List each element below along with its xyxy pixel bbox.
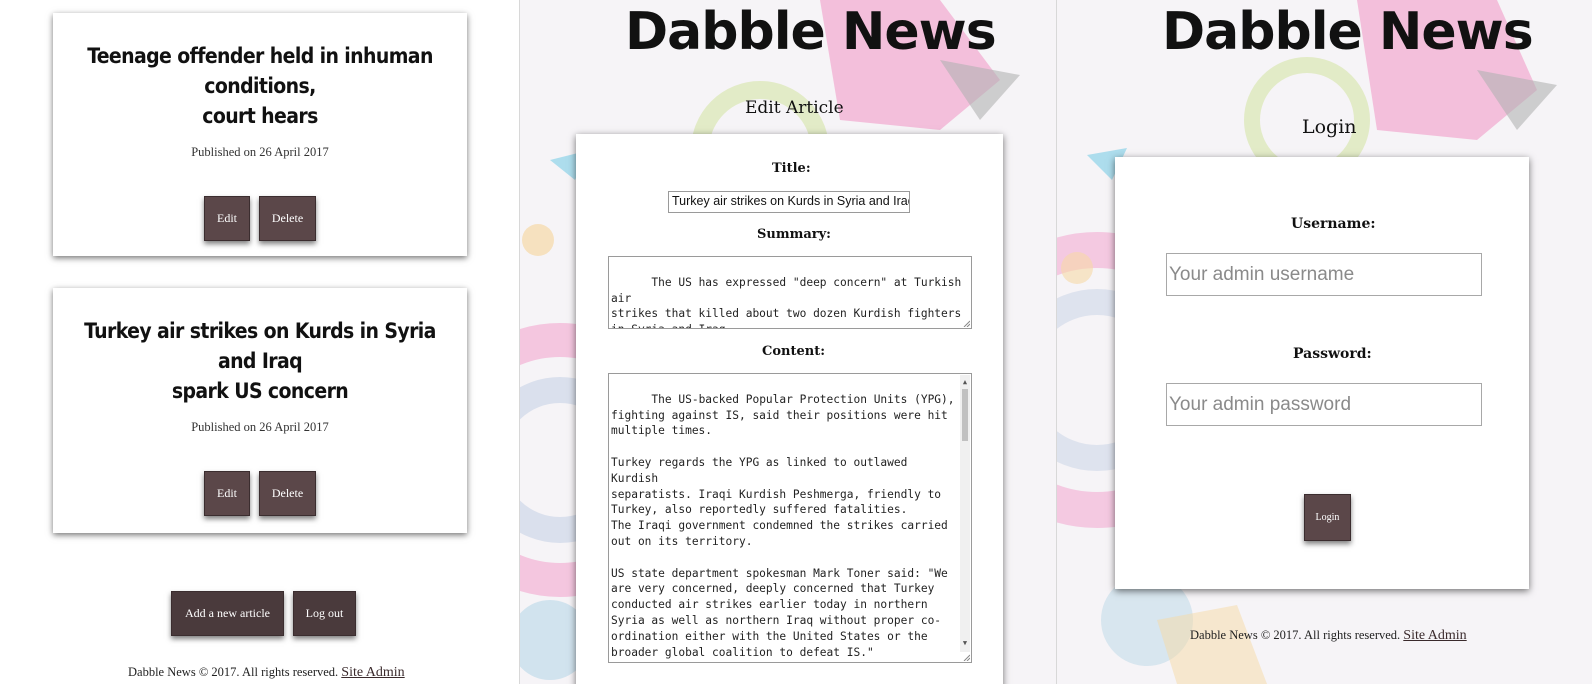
page-title: Login [1302, 116, 1357, 138]
scrollbar[interactable]: ▲ ▼ [960, 375, 970, 652]
scroll-thumb[interactable] [962, 389, 968, 441]
footer: Dabble News © 2017. All rights reserved.… [1190, 628, 1467, 644]
summary-textarea[interactable]: The US has expressed "deep concern" at T… [608, 256, 972, 329]
password-placeholder: Your admin password [1169, 393, 1352, 415]
content-text: The US-backed Popular Protection Units (… [611, 392, 955, 662]
logout-button[interactable]: Log out [293, 591, 356, 636]
site-admin-link[interactable]: Site Admin [341, 665, 404, 680]
brand-logo[interactable]: Dabble News [625, 2, 997, 62]
article-title-line: spark US concern [171, 379, 349, 403]
footer-copyright: Dabble News © 2017. All rights reserved. [1190, 628, 1401, 642]
site-admin-link[interactable]: Site Admin [1403, 628, 1466, 643]
article-list-panel: Teenage offender held in inhuman conditi… [0, 0, 519, 684]
article-card: Turkey air strikes on Kurds in Syria and… [53, 288, 467, 533]
username-input[interactable]: Your admin username [1166, 253, 1482, 296]
title-input[interactable]: Turkey air strikes on Kurds in Syria and… [668, 191, 910, 213]
delete-button[interactable]: Delete [259, 196, 316, 241]
article-title: Teenage offender held in inhuman conditi… [53, 41, 467, 131]
article-title-line: court hears [202, 104, 318, 128]
edit-article-panel: Dabble News Edit Article Title: Turkey a… [520, 0, 1056, 684]
username-placeholder: Your admin username [1169, 263, 1355, 285]
resize-grip-icon[interactable] [962, 319, 970, 327]
edit-form: Title: Turkey air strikes on Kurds in Sy… [576, 134, 1003, 684]
published-date: Published on 26 April 2017 [191, 145, 329, 159]
delete-button[interactable]: Delete [259, 471, 316, 516]
content-label: Content: [762, 344, 826, 359]
login-panel: Dabble News Login Username: Your admin u… [1057, 0, 1592, 684]
footer-copyright: Dabble News © 2017. All rights reserved. [128, 665, 339, 679]
article-title-line: Teenage offender held in inhuman conditi… [87, 44, 433, 98]
resize-grip-icon[interactable] [962, 653, 970, 661]
username-label: Username: [1291, 216, 1376, 232]
password-label: Password: [1293, 346, 1372, 362]
add-article-button[interactable]: Add a new article [171, 591, 284, 636]
published-date: Published on 26 April 2017 [191, 420, 329, 434]
page-title: Edit Article [745, 98, 844, 118]
article-title-line: Turkey air strikes on Kurds in Syria and… [84, 319, 436, 373]
footer: Dabble News © 2017. All rights reserved.… [128, 665, 405, 681]
edit-button[interactable]: Edit [204, 196, 250, 241]
brand-logo[interactable]: Dabble News [1162, 2, 1534, 62]
login-form: Username: Your admin username Password: … [1115, 157, 1529, 589]
login-button[interactable]: Login [1304, 494, 1351, 541]
title-label: Title: [772, 161, 811, 176]
article-card: Teenage offender held in inhuman conditi… [53, 13, 467, 256]
article-title: Turkey air strikes on Kurds in Syria and… [53, 316, 467, 406]
content-textarea[interactable]: The US-backed Popular Protection Units (… [608, 373, 972, 663]
summary-text: The US has expressed "deep concern" at T… [611, 275, 962, 328]
scroll-down-icon[interactable]: ▼ [960, 636, 970, 652]
password-input[interactable]: Your admin password [1166, 383, 1482, 426]
summary-label: Summary: [757, 227, 831, 242]
edit-button[interactable]: Edit [204, 471, 250, 516]
